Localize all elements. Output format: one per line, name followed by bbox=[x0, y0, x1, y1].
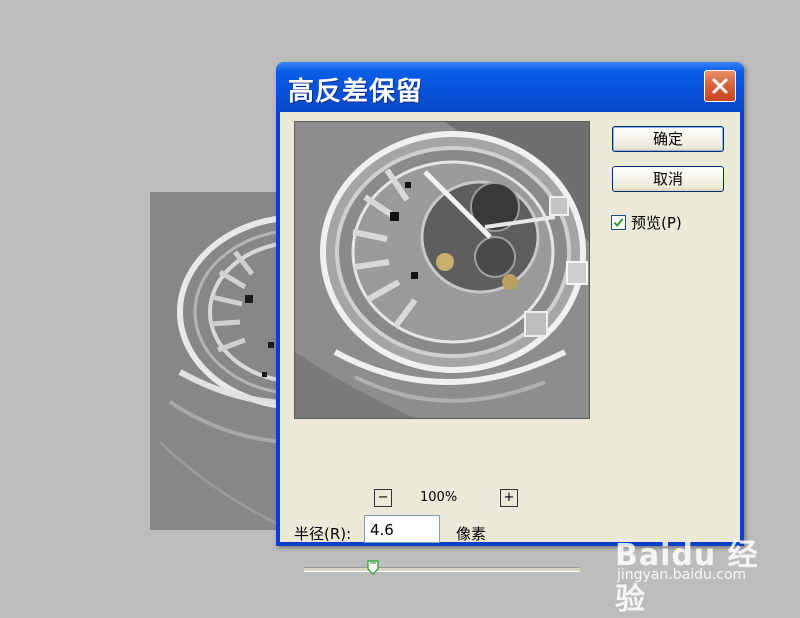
dialog-title: 高反差保留 bbox=[288, 77, 424, 107]
close-icon bbox=[712, 78, 728, 94]
dialog-titlebar[interactable]: 高反差保留 bbox=[276, 62, 744, 112]
baidu-watermark: Baidu 经验 jingyan.baidu.com bbox=[615, 512, 775, 617]
cancel-button[interactable]: 取消 bbox=[612, 166, 724, 192]
radius-label: 半径(R): bbox=[294, 525, 352, 543]
radius-unit-label: 像素 bbox=[456, 525, 487, 543]
zoom-in-button[interactable]: + bbox=[500, 489, 518, 507]
ok-button[interactable]: 确定 bbox=[612, 126, 724, 152]
preview-label: 预览(P) bbox=[631, 214, 682, 232]
checkmark-icon bbox=[613, 218, 624, 228]
preview-checkbox[interactable] bbox=[611, 215, 626, 230]
filter-preview[interactable] bbox=[294, 121, 590, 419]
radius-slider-track[interactable] bbox=[304, 567, 580, 572]
watermark-url: jingyan.baidu.com bbox=[617, 567, 747, 583]
watch-preview-image bbox=[295, 122, 589, 418]
dialog-client-area: 确定 取消 预览(P) − 100% + 半径(R): 4.6 像素 bbox=[280, 112, 740, 575]
radius-slider-thumb[interactable] bbox=[367, 560, 379, 575]
preview-checkbox-row[interactable]: 预览(P) bbox=[611, 212, 682, 233]
zoom-level: 100% bbox=[420, 490, 458, 505]
zoom-out-button[interactable]: − bbox=[374, 489, 392, 507]
radius-input[interactable]: 4.6 bbox=[364, 515, 440, 543]
close-button[interactable] bbox=[704, 70, 736, 102]
high-pass-dialog: 高反差保留 确定 取消 预览(P) − 100% + 半径(R): 4.6 像素 bbox=[276, 62, 744, 575]
